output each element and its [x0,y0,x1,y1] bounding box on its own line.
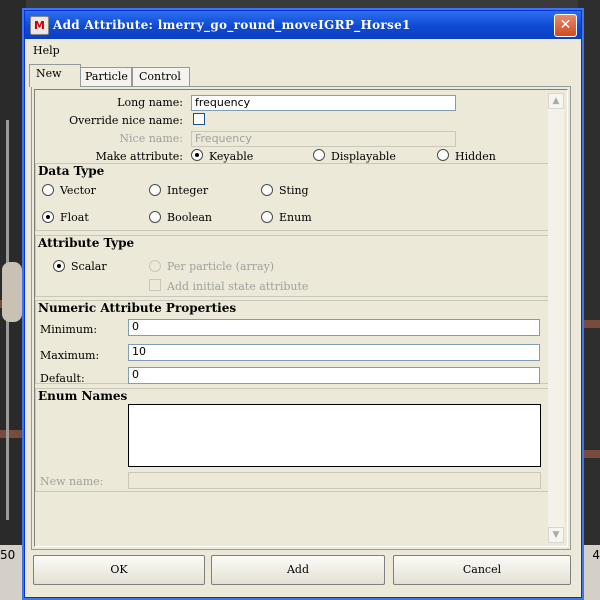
maya-app-icon: M [30,16,49,35]
data-type-title: Data Type [38,164,105,178]
radio-float[interactable] [42,211,54,223]
maximum-input[interactable]: 10 [128,344,540,361]
override-nice-name-label: Override nice name: [69,114,183,127]
timeline-start-number: 50 [0,548,16,562]
radio-boolean[interactable] [149,211,161,223]
default-label: Default: [40,372,85,385]
radio-string-label: Sting [279,184,309,197]
attribute-type-title: Attribute Type [38,236,135,250]
attribute-type-group: Attribute Type Scalar Per particle (arra… [35,235,549,297]
enum-names-title: Enum Names [38,389,128,403]
radio-integer-label: Integer [167,184,209,197]
radio-enum-label: Enum [279,211,312,224]
scroll-up-icon[interactable]: ▲ [548,93,564,109]
radio-hidden-label: Hidden [455,150,496,163]
long-name-input[interactable]: frequency [191,95,456,111]
close-button[interactable]: ✕ [554,14,577,37]
radio-per-particle-label: Per particle (array) [167,260,275,273]
default-input[interactable]: 0 [128,367,540,384]
radio-hidden[interactable] [437,149,449,161]
enum-names-list[interactable] [128,404,541,467]
radio-vector[interactable] [42,184,54,196]
numeric-properties-title: Numeric Attribute Properties [38,301,237,315]
maximum-label: Maximum: [40,349,100,362]
horse-model [2,262,22,322]
minimum-input[interactable]: 0 [128,319,540,336]
radio-float-label: Float [60,211,89,224]
long-name-label: Long name: [117,96,183,109]
nice-name-input: Frequency [191,131,456,147]
tab-particle[interactable]: Particle [78,67,132,86]
radio-integer[interactable] [149,184,161,196]
add-initial-state-checkbox [149,279,161,291]
radio-scalar-label: Scalar [71,260,107,273]
add-initial-state-label: Add initial state attribute [167,280,309,293]
tab-control[interactable]: Control [132,67,190,86]
radio-enum[interactable] [261,211,273,223]
override-nice-name-checkbox[interactable] [193,113,205,125]
radio-displayable-label: Displayable [331,150,396,163]
radio-keyable[interactable] [191,149,203,161]
vertical-scrollbar[interactable]: ▲ ▼ [548,93,564,543]
button-row: OK Add Cancel [25,555,581,595]
new-name-label: New name: [40,475,104,488]
scroll-down-icon[interactable]: ▼ [548,527,564,543]
add-attribute-dialog: M Add Attribute: lmerry_go_round_moveIGR… [24,10,582,598]
radio-keyable-label: Keyable [209,150,254,163]
carousel-stripe [0,430,26,438]
new-name-input [128,472,541,489]
add-button[interactable]: Add [211,555,385,585]
timeline-end-number: 4 [592,548,600,562]
radio-per-particle [149,260,161,272]
minimum-label: Minimum: [40,323,98,336]
radio-string[interactable] [261,184,273,196]
scroll-area: Long name: frequency Override nice name:… [34,89,568,547]
menu-bar: Help [25,42,581,60]
ok-button[interactable]: OK [33,555,205,585]
radio-boolean-label: Boolean [167,211,212,224]
numeric-properties-group: Numeric Attribute Properties Minimum: 0 … [35,300,549,385]
title-bar[interactable]: M Add Attribute: lmerry_go_round_moveIGR… [25,11,581,39]
nice-name-label: Nice name: [119,132,183,145]
data-type-group: Data Type Vector Integer Sting Float Boo… [35,163,549,231]
radio-scalar[interactable] [53,260,65,272]
window-title: Add Attribute: lmerry_go_round_moveIGRP_… [53,18,411,32]
make-attribute-label: Make attribute: [95,150,183,163]
menu-help[interactable]: Help [33,44,60,57]
radio-vector-label: Vector [60,184,96,197]
tab-new[interactable]: New [29,64,81,87]
radio-displayable[interactable] [313,149,325,161]
cancel-button[interactable]: Cancel [393,555,571,585]
tab-panel: Long name: frequency Override nice name:… [31,86,571,550]
enum-names-group: Enum Names New name: [35,388,549,492]
